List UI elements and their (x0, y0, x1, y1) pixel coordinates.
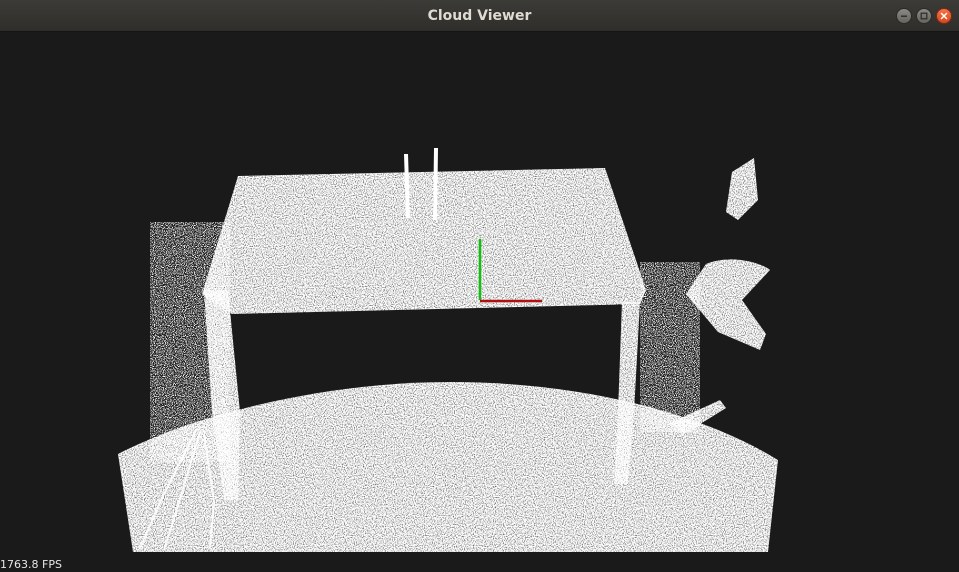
maximize-icon (920, 12, 928, 20)
fps-counter: 1763.8 FPS (0, 558, 62, 571)
window-controls (896, 8, 952, 24)
close-icon (940, 12, 948, 20)
maximize-button[interactable] (916, 8, 932, 24)
title-bar[interactable]: Cloud Viewer (0, 0, 959, 32)
window-title: Cloud Viewer (427, 8, 532, 24)
point-cloud-viewport[interactable]: 1763.8 FPS (0, 32, 959, 572)
minimize-icon (901, 15, 907, 17)
minimize-button[interactable] (896, 8, 912, 24)
point-cloud-render (118, 148, 778, 552)
close-button[interactable] (936, 8, 952, 24)
cloud-viewer-window: Cloud Viewer 1763.8 FPS (0, 0, 959, 572)
table-top-point-cloud (202, 168, 646, 314)
